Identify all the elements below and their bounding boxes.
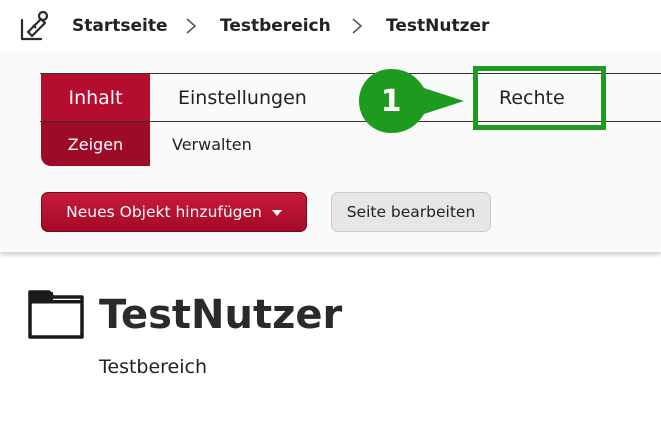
breadcrumb-bar: Startseite Testbereich TestNutzer — [0, 0, 661, 53]
page-title: TestNutzer — [99, 292, 343, 338]
add-object-label: Neues Objekt hinzufügen — [66, 203, 262, 221]
subtab-zeigen[interactable]: Zeigen — [41, 122, 150, 166]
folder-icon — [28, 290, 84, 339]
callout-number: 1 — [380, 83, 402, 119]
tab-inhalt[interactable]: Inhalt — [41, 74, 150, 121]
home-icon[interactable] — [19, 10, 51, 42]
subtab-verwalten[interactable]: Verwalten — [172, 122, 252, 166]
chevron-right-icon — [352, 18, 363, 34]
breadcrumb-item-startseite[interactable]: Startseite — [72, 15, 167, 37]
add-object-button[interactable]: Neues Objekt hinzufügen — [41, 192, 307, 232]
caret-down-icon — [271, 210, 282, 216]
breadcrumb-item-testbereich[interactable]: Testbereich — [220, 15, 331, 37]
chevron-right-icon — [186, 18, 197, 34]
page-subtitle[interactable]: Testbereich — [99, 356, 207, 378]
edit-page-button[interactable]: Seite bearbeiten — [331, 192, 491, 232]
breadcrumb-item-testnutzer[interactable]: TestNutzer — [386, 15, 489, 37]
tab-einstellungen[interactable]: Einstellungen — [178, 74, 307, 121]
callout-highlight-box — [473, 66, 606, 130]
